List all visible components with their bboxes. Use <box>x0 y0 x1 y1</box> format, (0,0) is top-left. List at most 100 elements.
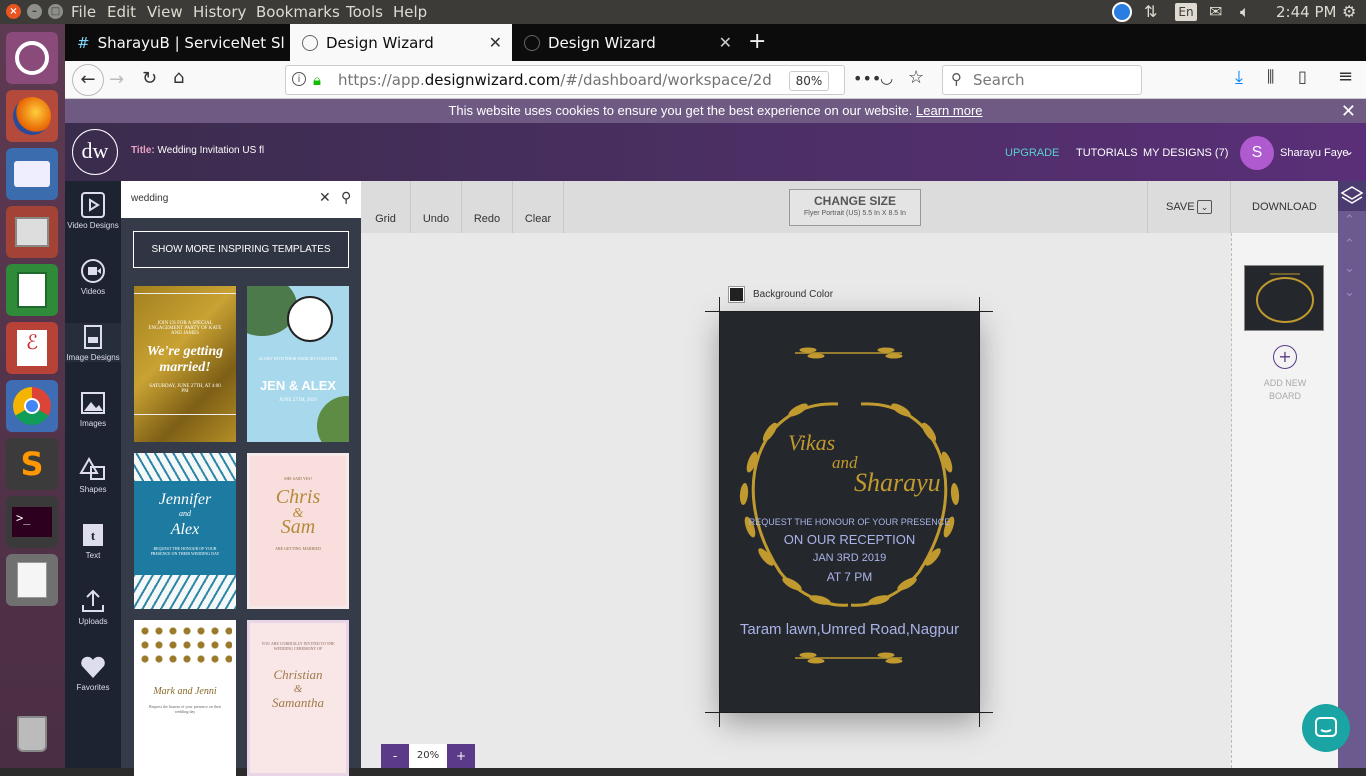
template-search-input[interactable]: wedding <box>131 193 168 204</box>
sidebar-item-images[interactable]: Images <box>65 389 121 428</box>
power-icon[interactable]: ⚙︎ <box>1342 2 1356 21</box>
minimize-window-icon[interactable]: – <box>27 4 42 19</box>
document-viewer-icon[interactable]: ℰ <box>6 322 58 374</box>
menu-history[interactable]: History <box>193 3 246 21</box>
zoom-in-button[interactable]: + <box>447 744 475 768</box>
sidebar-toggle-icon[interactable]: ▯ <box>1298 67 1307 86</box>
back-icon[interactable]: ← <box>72 64 104 96</box>
clear-button[interactable]: Clear <box>513 181 564 233</box>
new-tab-icon[interactable]: + <box>748 29 766 54</box>
avatar[interactable]: S <box>1240 136 1274 170</box>
page-actions-icon[interactable]: ••• <box>853 69 881 88</box>
scroll-up-icon[interactable]: ⌃ <box>1344 237 1355 252</box>
tab-servicenet[interactable]: # SharayuB | ServiceNet Sl <box>65 24 290 61</box>
upgrade-link[interactable]: UPGRADE <box>1005 147 1059 159</box>
volume-icon[interactable]: 🔈︎ <box>1240 2 1250 22</box>
ubuntu-icon[interactable] <box>6 32 58 84</box>
layers-icon[interactable] <box>1338 181 1366 211</box>
close-tab-icon[interactable]: ✕ <box>489 33 502 52</box>
files-icon[interactable] <box>6 206 58 258</box>
text-editor-icon[interactable] <box>6 554 58 606</box>
close-tab-icon[interactable]: ✕ <box>719 33 732 52</box>
invitation-card[interactable]: Vikas and Sharayu REQUEST THE HONOUR OF … <box>720 312 979 712</box>
template-card[interactable]: JOIN US FOR A SPECIAL ENGAGEMENT PARTY O… <box>134 286 236 442</box>
user-name[interactable]: Sharayu Faye <box>1280 147 1348 159</box>
zoom-indicator[interactable]: 80% <box>789 71 829 91</box>
forward-icon[interactable]: → <box>109 69 124 90</box>
board-thumbnail[interactable] <box>1244 265 1324 331</box>
change-size-button[interactable]: CHANGE SIZE Flyer Portrait (US) 5.5 In X… <box>789 189 921 226</box>
menu-view[interactable]: View <box>147 3 183 21</box>
scroll-bottom-icon[interactable]: ⌄ <box>1344 285 1355 300</box>
trash-icon[interactable] <box>6 708 58 760</box>
sidebar-item-videos[interactable]: Videos <box>65 257 121 296</box>
sublime-text-icon[interactable]: S <box>6 438 58 490</box>
template-card[interactable]: Mark and Jenni Request the honour of you… <box>134 620 236 776</box>
zoom-out-button[interactable]: - <box>381 744 409 768</box>
sidebar-item-favorites[interactable]: Favorites <box>65 653 121 692</box>
save-button[interactable]: SAVE <box>1166 201 1195 213</box>
bookmark-star-icon[interactable]: ☆ <box>908 67 924 88</box>
teamviewer-icon[interactable] <box>1112 2 1132 22</box>
search-icon[interactable]: ⚲ <box>341 190 351 206</box>
download-button[interactable]: DOWNLOAD <box>1252 201 1317 213</box>
maximize-window-icon[interactable]: □ <box>48 4 63 19</box>
sidebar-item-uploads[interactable]: Uploads <box>65 587 121 626</box>
thunderbird-icon[interactable] <box>6 148 58 200</box>
design-title[interactable]: Title: Wedding Invitation US fl <box>131 145 264 156</box>
template-card[interactable]: YOU ARE CORDIALLY INVITED TO THE WEDDING… <box>247 620 349 776</box>
url-bar[interactable]: i 🔒︎ https://app.designwizard.com/#/dash… <box>285 65 845 95</box>
home-icon[interactable]: ⌂ <box>173 67 184 88</box>
spreadsheet-icon[interactable] <box>6 264 58 316</box>
save-dropdown-icon[interactable]: ⌄ <box>1197 200 1212 214</box>
show-more-templates-button[interactable]: SHOW MORE INSPIRING TEMPLATES <box>133 231 349 268</box>
sidebar-item-image-designs[interactable]: Image Designs <box>65 323 121 362</box>
download-icon[interactable]: ⤓ <box>1235 67 1243 88</box>
keyboard-layout[interactable]: En <box>1175 3 1197 21</box>
grid-button[interactable]: Grid <box>361 181 411 233</box>
chat-support-icon[interactable] <box>1302 704 1350 752</box>
clock[interactable]: 2:44 PM <box>1276 3 1336 21</box>
reload-icon[interactable]: ↻ <box>142 68 157 89</box>
cookie-learn-more-link[interactable]: Learn more <box>916 103 982 118</box>
my-designs-link[interactable]: MY DESIGNS (7) <box>1143 147 1228 159</box>
menu-tools[interactable]: Tools <box>346 3 383 21</box>
firefox-icon[interactable] <box>6 90 58 142</box>
chrome-icon[interactable] <box>6 380 58 432</box>
design-wizard-logo[interactable]: dw <box>72 129 118 175</box>
background-color-swatch[interactable] <box>728 286 745 303</box>
network-icon[interactable]: ⇅ <box>1144 2 1157 21</box>
terminal-icon[interactable]: >_ <box>6 496 58 548</box>
sidebar-item-text[interactable]: t Text <box>65 521 121 560</box>
close-window-icon[interactable]: × <box>6 4 21 19</box>
menu-edit[interactable]: Edit <box>107 3 136 21</box>
menu-help[interactable]: Help <box>393 3 427 21</box>
menu-bookmarks[interactable]: Bookmarks <box>256 3 340 21</box>
add-board-icon[interactable]: + <box>1273 345 1297 369</box>
lock-icon[interactable]: 🔒︎ <box>313 71 321 89</box>
background-color-label[interactable]: Background Color <box>753 289 833 300</box>
hamburger-menu-icon[interactable]: ≡ <box>1338 66 1353 87</box>
scroll-down-icon[interactable]: ⌄ <box>1344 261 1355 276</box>
template-card[interactable]: ALONG WITH THEIR FAMILIES TOGETHER JEN &… <box>247 286 349 442</box>
pocket-icon[interactable]: ◡ <box>880 69 893 87</box>
template-search[interactable]: wedding ✕ ⚲ <box>121 181 361 218</box>
tutorials-link[interactable]: TUTORIALS <box>1076 147 1138 159</box>
menu-file[interactable]: File <box>71 3 96 21</box>
chevron-down-icon[interactable]: ⌄ <box>1344 144 1354 158</box>
sidebar-item-video-designs[interactable]: Video Designs <box>65 191 121 230</box>
undo-button[interactable]: Undo <box>411 181 462 233</box>
template-card[interactable]: Jennifer and Alex REQUEST THE HONOUR OF … <box>134 453 236 609</box>
mail-icon[interactable]: ✉ <box>1209 2 1222 21</box>
search-field[interactable]: ⚲ Search <box>942 65 1142 95</box>
close-cookie-icon[interactable]: ✕ <box>1341 99 1356 123</box>
scroll-top-icon[interactable]: ⌃ <box>1344 213 1355 228</box>
library-icon[interactable]: ⫼ <box>1267 67 1274 87</box>
info-icon[interactable]: i <box>292 72 306 86</box>
tab-design-wizard-active[interactable]: Design Wizard ✕ <box>290 24 512 61</box>
redo-button[interactable]: Redo <box>462 181 513 233</box>
add-board-label[interactable]: ADD NEW BOARD <box>1254 377 1316 403</box>
template-card[interactable]: SHE SAID YES! Chris & Sam ARE GETTING MA… <box>247 453 349 609</box>
tab-design-wizard[interactable]: Design Wizard ✕ <box>512 24 742 61</box>
sidebar-item-shapes[interactable]: Shapes <box>65 455 121 494</box>
